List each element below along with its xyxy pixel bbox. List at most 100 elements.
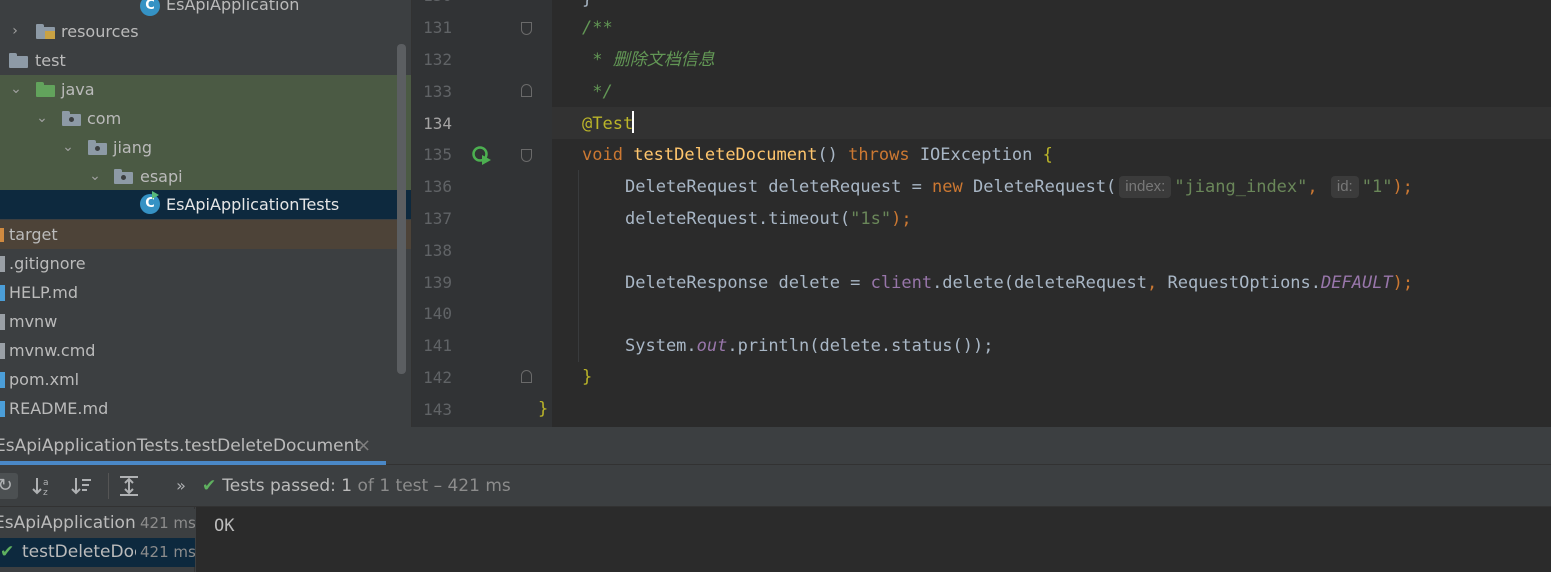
project-tree: C EsApiApplication › resources test ⌄ ja… (0, 0, 411, 427)
file-icon (0, 372, 5, 388)
file-icon (0, 401, 5, 417)
code-line-139: DeleteResponse delete = client.delete(de… (625, 268, 1413, 298)
line-number: 140 (423, 304, 452, 323)
open-brace: { (1042, 145, 1053, 165)
tree-item-java[interactable]: ⌄ java (0, 75, 411, 104)
fold-marker-icon[interactable] (521, 22, 532, 35)
run-panel: EsApiApplicationTests.testDeleteDocument… (0, 427, 1551, 572)
class-icon: C (140, 0, 160, 16)
field-client: client (870, 273, 933, 293)
line-number: 143 (423, 400, 452, 419)
fold-marker-icon[interactable] (521, 370, 532, 383)
run-test-gutter-icon[interactable] (472, 145, 492, 165)
tree-item-label: target (9, 225, 58, 244)
check-icon: ✔ (0, 542, 15, 562)
status-passed-label: Tests passed: (222, 476, 336, 496)
current-line-highlight (552, 107, 1551, 139)
console-output[interactable]: OK (196, 507, 1551, 572)
line-number: 138 (423, 241, 452, 260)
expand-all-icon[interactable] (116, 473, 142, 499)
code-line-134: @Test (582, 109, 635, 139)
test-result-row[interactable]: ✔ testDeleteDocument 421 ms (0, 538, 195, 567)
sort-alpha-icon[interactable]: a z (30, 473, 56, 499)
tree-item-readme-md[interactable]: README.md (0, 394, 411, 423)
fold-marker-icon[interactable] (521, 149, 532, 162)
code-editor[interactable]: 130 131 132 133 134 135 136 137 138 139 … (411, 0, 1551, 427)
editor-gutter: 130 131 132 133 134 135 136 137 138 139 … (412, 0, 552, 427)
tree-item-pom-xml[interactable]: pom.xml (0, 365, 411, 394)
svg-text:z: z (43, 488, 48, 498)
tree-item-gitignore[interactable]: .gitignore (0, 249, 411, 278)
chevron-down-icon[interactable]: ⌄ (35, 104, 49, 133)
keyword-throws: throws (848, 145, 910, 165)
fold-marker-icon[interactable] (521, 84, 532, 97)
tree-item-label: mvnw.cmd (9, 341, 96, 360)
code-line-130: } (582, 0, 592, 14)
tree-item-label: README.md (9, 399, 109, 418)
string-literal: "1" (1361, 177, 1393, 197)
comma: , (1307, 177, 1328, 197)
tree-item-esapiapplicationtests[interactable]: C EsApiApplicationTests (0, 190, 411, 219)
code-line-143: } (538, 399, 549, 419)
tree-item-resources[interactable]: › resources (0, 17, 411, 46)
code-token: ); (1392, 177, 1413, 197)
line-number: 137 (423, 209, 452, 228)
code-line-135: void testDeleteDocument() throws IOExcep… (582, 140, 1053, 170)
file-icon (0, 343, 5, 359)
tree-item-com[interactable]: ⌄ com (0, 104, 411, 133)
console-text: OK (214, 516, 235, 536)
code-token: ); (1392, 273, 1414, 293)
run-tab-bar: EsApiApplicationTests.testDeleteDocument… (0, 427, 1551, 465)
text-caret (632, 111, 635, 133)
line-number: 131 (423, 18, 452, 37)
rerun-icon[interactable]: ↻ (0, 473, 18, 499)
toolbar-separator (108, 473, 109, 499)
test-result-row[interactable]: EsApiApplication 421 ms (0, 509, 195, 538)
code-token: ); (891, 209, 912, 229)
folder-icon (0, 228, 4, 242)
tree-item-label: HELP.md (9, 283, 79, 302)
folder-icon (36, 24, 55, 39)
test-class-icon: C (140, 191, 160, 214)
exception-type: IOException (909, 145, 1043, 165)
package-icon (114, 169, 133, 184)
indent-guide (578, 170, 579, 362)
chevron-down-icon[interactable]: ⌄ (61, 133, 75, 162)
tree-item-mvnw[interactable]: mvnw (0, 307, 411, 336)
test-result-time: 421 ms (138, 509, 195, 538)
more-icon[interactable]: » (168, 473, 194, 499)
tree-item-label: .gitignore (9, 254, 86, 273)
string-literal: "1s" (850, 209, 892, 229)
tree-item-label: esapi (140, 167, 183, 186)
comma: , (1147, 273, 1168, 293)
tree-item-label: test (35, 51, 66, 70)
tree-item-mvnw-cmd[interactable]: mvnw.cmd (0, 336, 411, 365)
code-token: DeleteRequest( (962, 177, 1117, 197)
file-icon (0, 285, 5, 301)
tree-item-help-md[interactable]: HELP.md (0, 278, 411, 307)
sort-duration-icon[interactable] (69, 473, 95, 499)
tree-item-target[interactable]: target (0, 220, 411, 249)
test-results-tree: EsApiApplication 421 ms ✔ testDeleteDocu… (0, 507, 195, 572)
line-number: 132 (423, 50, 452, 69)
line-number: 134 (423, 114, 452, 133)
code-token: DeleteResponse delete = (625, 273, 871, 293)
tree-item-jiang[interactable]: ⌄ jiang (0, 133, 411, 162)
chevron-down-icon[interactable]: ⌄ (88, 162, 102, 191)
chevron-down-icon[interactable]: ⌄ (9, 75, 23, 104)
tree-item-esapi[interactable]: ⌄ esapi (0, 162, 411, 191)
code-line-141: System.out.println(delete.status()); (625, 331, 993, 361)
keyword-void: void (582, 145, 623, 165)
close-icon[interactable]: × (356, 427, 371, 465)
line-number: 136 (423, 177, 452, 196)
run-toolbar: ↻ a z » ✔ Tests passed: 1 of 1 test – 421… (0, 465, 1551, 507)
chevron-right-icon[interactable]: › (8, 17, 22, 46)
tree-item-test[interactable]: test (0, 46, 411, 75)
tree-scrollbar[interactable] (397, 44, 406, 374)
param-hint-id: id: (1330, 176, 1359, 198)
line-number: 130 (412, 0, 452, 5)
check-icon: ✔ (202, 476, 217, 496)
run-tab[interactable]: EsApiApplicationTests.testDeleteDocument (0, 427, 361, 465)
package-icon (62, 111, 81, 126)
annotation-test: @Test (582, 114, 634, 134)
